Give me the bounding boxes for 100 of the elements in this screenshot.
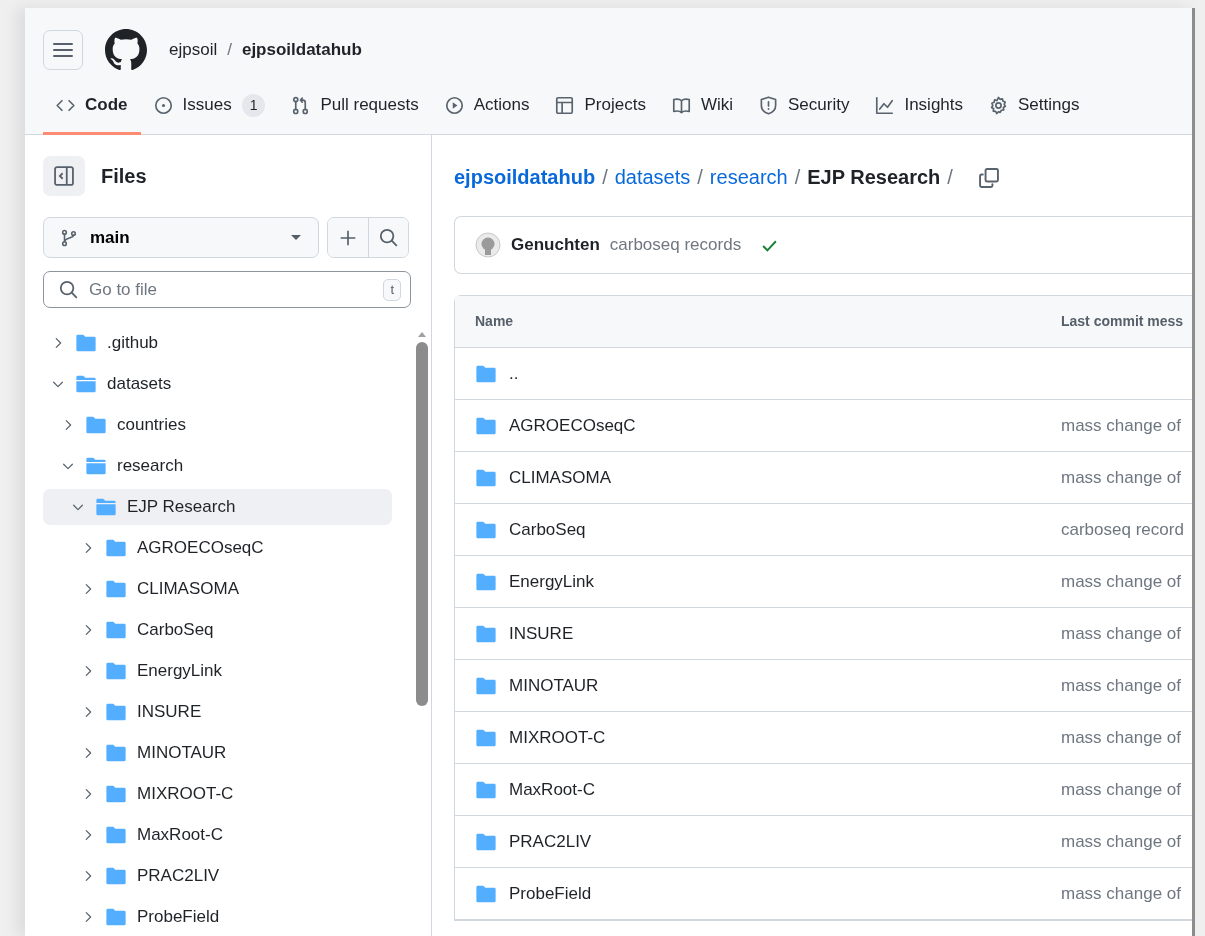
commit-message[interactable]: mass change of <box>1061 412 1181 439</box>
sidebar-title: Files <box>101 164 147 189</box>
collapse-sidebar-button[interactable] <box>43 156 85 196</box>
tree-item[interactable]: research <box>43 448 392 484</box>
commit-message[interactable]: mass change of <box>1061 724 1181 751</box>
commit-message[interactable]: mass change of <box>1061 776 1181 803</box>
sidebar-icon <box>53 165 75 187</box>
tree-item[interactable]: INSURE <box>43 694 392 730</box>
folder-icon <box>105 824 127 846</box>
item-name: .github <box>107 332 159 355</box>
repo-tab[interactable]: Projects <box>542 78 659 135</box>
add-file-button[interactable] <box>328 218 368 257</box>
folder-link[interactable]: ProbeField <box>509 880 592 907</box>
folder-link[interactable]: .. <box>509 360 519 387</box>
table-icon <box>555 95 575 115</box>
folder-icon <box>105 619 127 641</box>
tree-item[interactable]: EJP Research <box>43 489 392 525</box>
current-folder: EJP Research <box>807 165 941 190</box>
play-icon <box>444 95 464 115</box>
commit-message[interactable]: mass change of <box>1061 672 1181 699</box>
folder-link[interactable]: AGROECOseqC <box>509 412 636 439</box>
tree-item[interactable]: PRAC2LIV <box>43 858 392 894</box>
folder-icon <box>105 537 127 559</box>
circle-dot-icon <box>153 95 173 115</box>
branch-selector[interactable]: main <box>43 217 319 258</box>
column-header: Name <box>475 312 514 331</box>
tree-item[interactable]: countries <box>43 407 392 443</box>
item-name: MaxRoot-C <box>137 824 223 847</box>
folder-icon <box>105 578 127 600</box>
folder-icon <box>105 783 127 805</box>
menu-button[interactable] <box>43 30 83 70</box>
folder-link[interactable]: INSURE <box>509 620 574 647</box>
keyboard-shortcut: t <box>383 279 401 301</box>
tree-item[interactable]: MINOTAUR <box>43 735 392 771</box>
folder-link[interactable]: MINOTAUR <box>509 672 599 699</box>
folder-icon <box>105 660 127 682</box>
tree-item[interactable]: ProbeField <box>43 899 392 935</box>
avatar-icon <box>475 232 501 258</box>
repo-tab[interactable]: Pull requests <box>278 78 432 135</box>
path-separator: / <box>602 165 608 190</box>
repo-tab[interactable]: Actions <box>431 78 543 135</box>
commit-message[interactable]: mass change of <box>1061 464 1181 491</box>
search-icon <box>379 228 398 247</box>
tree-item[interactable]: datasets <box>43 366 392 402</box>
repo-tab[interactable]: Security <box>746 78 863 135</box>
gear-icon <box>989 95 1008 115</box>
folder-icon <box>105 906 127 928</box>
copy-path-button[interactable] <box>977 165 1000 189</box>
item-name: PRAC2LIV <box>137 865 220 888</box>
path-separator: / <box>227 39 232 62</box>
octocat-logo-icon[interactable] <box>105 29 147 71</box>
repo-tab[interactable]: Settings <box>976 78 1093 135</box>
tree-item[interactable]: MaxRoot-C <box>43 817 392 853</box>
commit-message[interactable]: mass change of <box>1061 828 1181 855</box>
item-name: datasets <box>107 373 172 396</box>
repository-link[interactable]: ejpsoildatahub <box>241 37 362 63</box>
folder-link[interactable]: CLIMASOMA <box>509 464 612 491</box>
menu-icon <box>53 42 73 58</box>
tree-item[interactable]: CarboSeq <box>43 612 392 648</box>
caret-icon <box>290 234 302 241</box>
repo-tab[interactable]: Issues 1 <box>140 78 279 135</box>
tree-item[interactable]: AGROECOseqC <box>43 530 392 566</box>
branch-icon <box>60 227 78 248</box>
folder-link[interactable]: EnergyLink <box>509 568 595 595</box>
commit-author[interactable]: Genuchten <box>511 232 600 258</box>
item-name: CarboSeq <box>137 619 214 642</box>
tree-item[interactable]: CLIMASOMA <box>43 571 392 607</box>
item-name: EJP Research <box>127 496 236 519</box>
folder-icon <box>105 701 127 723</box>
owner-link[interactable]: ejpsoil <box>169 37 218 63</box>
folder-link[interactable]: PRAC2LIV <box>509 828 592 855</box>
breadcrumb-link[interactable]: research <box>709 162 788 192</box>
commit-message[interactable]: mass change of <box>1061 880 1181 907</box>
repo-tab[interactable]: Insights <box>862 78 976 135</box>
folder-link[interactable]: MaxRoot-C <box>509 776 595 803</box>
repository-link[interactable]: ejpsoildatahub <box>454 162 596 192</box>
folder-link[interactable]: MIXROOT-C <box>509 724 606 751</box>
item-name: CLIMASOMA <box>137 578 240 601</box>
item-name: INSURE <box>137 701 202 724</box>
repo-tab[interactable]: Wiki <box>658 78 746 135</box>
path-separator: / <box>697 165 703 190</box>
column-header: Last commit mess <box>1061 312 1184 331</box>
commit-message[interactable]: mass change of <box>1061 568 1181 595</box>
tree-item[interactable]: MIXROOT-C <box>43 776 392 812</box>
breadcrumb-link[interactable]: datasets <box>614 162 691 192</box>
commit-message[interactable]: carboseq records <box>609 232 742 258</box>
folder-icon <box>105 742 127 764</box>
issue-count: 1 <box>241 93 266 117</box>
item-name: research <box>117 455 184 478</box>
tree-item[interactable]: .github <box>43 325 392 361</box>
commit-message[interactable]: carboseq record <box>1061 516 1184 543</box>
folder-link[interactable]: CarboSeq <box>509 516 586 543</box>
item-name: MINOTAUR <box>137 742 227 765</box>
repo-tab[interactable]: Code <box>43 78 141 135</box>
search-button[interactable] <box>368 218 408 257</box>
tree-item[interactable]: EnergyLink <box>43 653 392 689</box>
line-graph-icon <box>875 95 895 115</box>
item-name: countries <box>117 414 186 437</box>
commit-message[interactable]: mass change of <box>1061 620 1181 647</box>
item-name: AGROECOseqC <box>137 537 264 560</box>
